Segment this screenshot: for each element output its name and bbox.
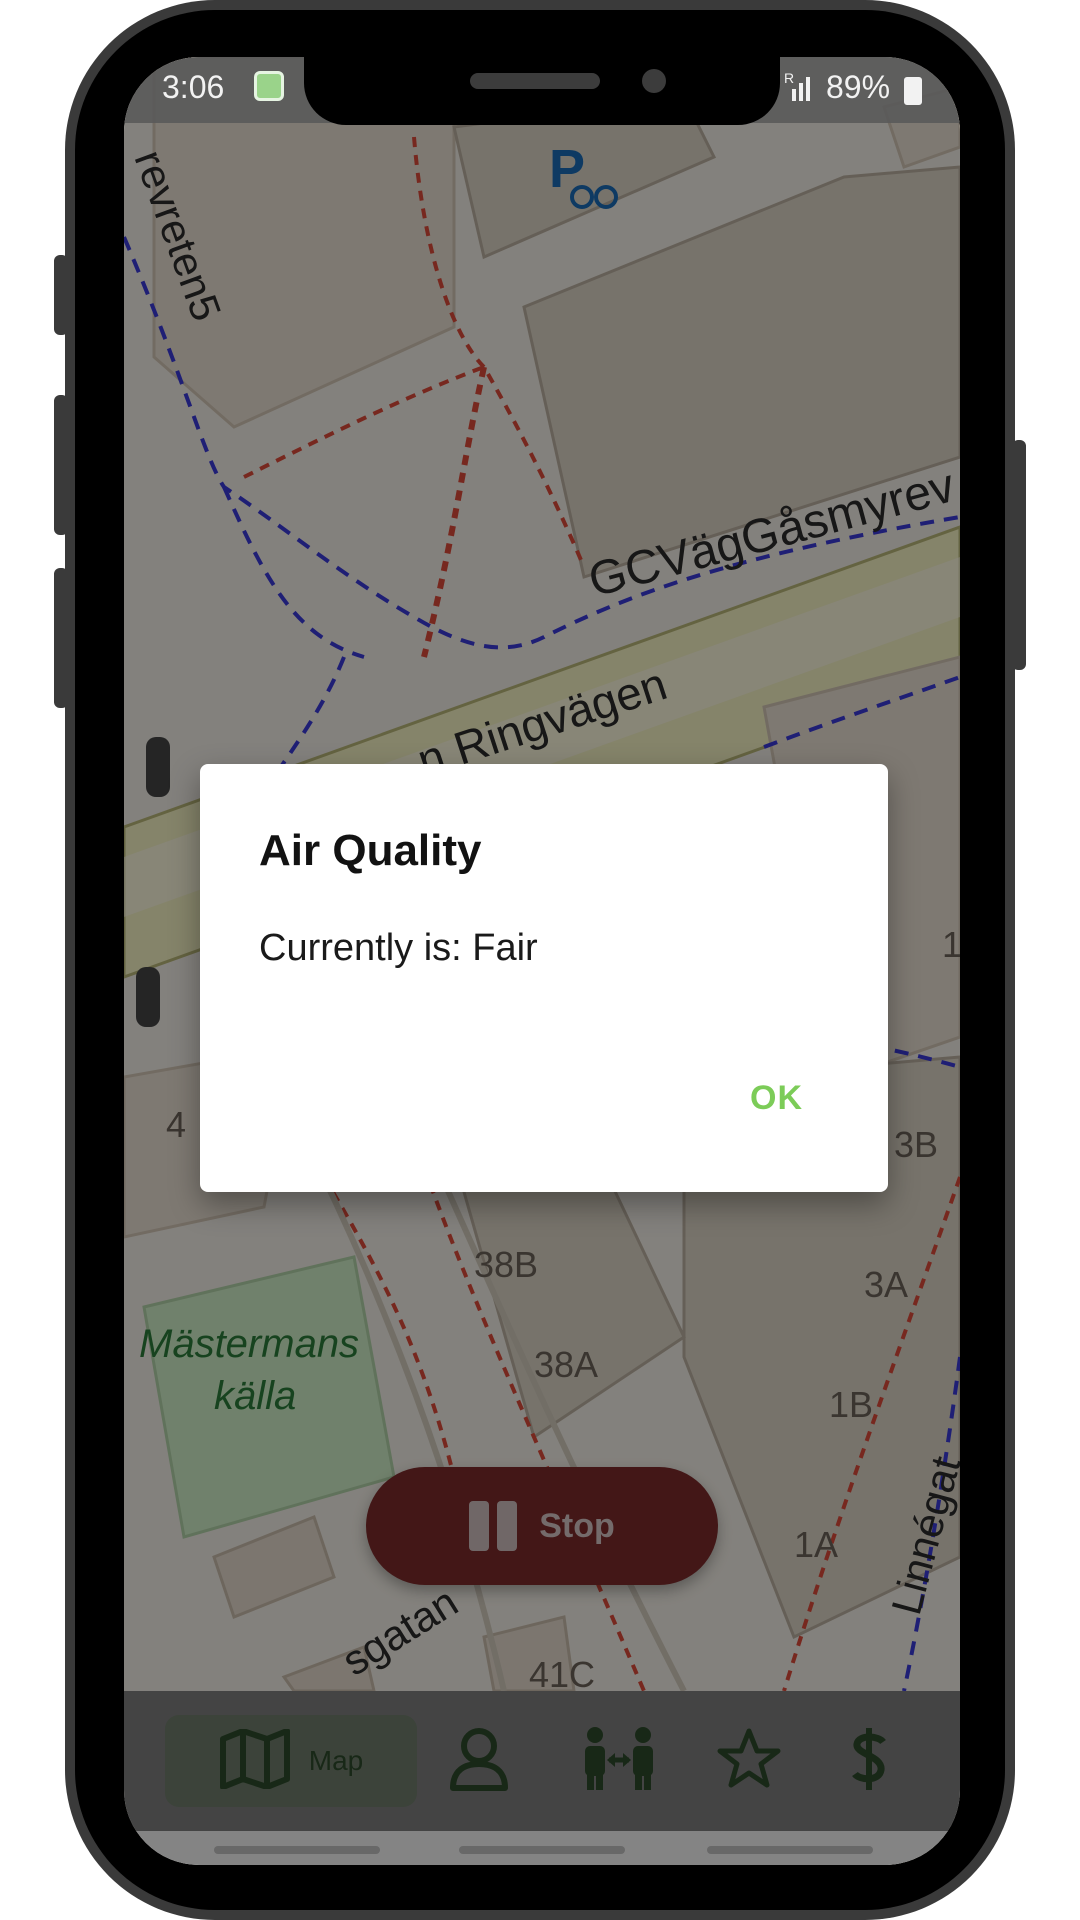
status-bar: 3:06 R 89% bbox=[124, 57, 960, 125]
device-stage: P GCVägGåsmyrev n Ringvägen revreten5 Li… bbox=[0, 0, 1080, 1920]
side-button-mute bbox=[54, 255, 68, 335]
notification-app-icon bbox=[254, 71, 284, 101]
side-button-volume-up bbox=[54, 395, 68, 535]
signal-icon: R bbox=[784, 70, 820, 108]
battery-icon bbox=[904, 77, 922, 105]
dialog-message: Currently is: Fair bbox=[259, 927, 538, 969]
battery-percent: 89% bbox=[826, 69, 891, 105]
roaming-indicator: R bbox=[784, 71, 794, 86]
screen: P GCVägGåsmyrev n Ringvägen revreten5 Li… bbox=[124, 57, 960, 1865]
side-button-power bbox=[1012, 440, 1026, 670]
dialog-title: Air Quality bbox=[259, 826, 482, 875]
camera-notch bbox=[304, 57, 780, 125]
air-quality-dialog: Air Quality Currently is: Fair OK bbox=[200, 764, 888, 1192]
ok-button[interactable]: OK bbox=[750, 1079, 803, 1118]
front-camera bbox=[642, 69, 666, 93]
earpiece-speaker bbox=[470, 73, 600, 89]
status-time: 3:06 bbox=[162, 69, 225, 105]
side-button-volume-down bbox=[54, 568, 68, 708]
